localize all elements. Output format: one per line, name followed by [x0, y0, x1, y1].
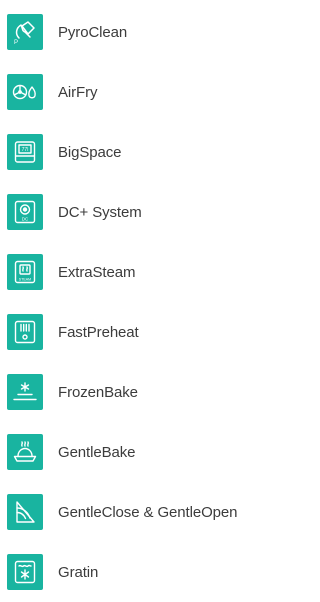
feature-label: PyroClean: [58, 23, 128, 41]
airfry-icon: [7, 74, 43, 110]
frozenbake-icon: [7, 374, 43, 410]
bigspace-icon-text: 77l: [22, 147, 29, 153]
feature-item-pyroclean: P PyroClean: [7, 14, 127, 50]
fastpreheat-icon: [7, 314, 43, 350]
feature-item-dc-system: DC DC+ System: [7, 194, 142, 230]
feature-item-fastpreheat: FastPreheat: [7, 314, 139, 350]
gentleclose-gentleopen-icon: [7, 494, 43, 530]
bigspace-icon: 77l: [7, 134, 43, 170]
feature-item-gentleclose-gentleopen: GentleClose & GentleOpen: [7, 494, 237, 530]
feature-list: P PyroClean AirFry 77l BigSpace DC DC+ S…: [0, 0, 314, 602]
gentlebake-icon: [7, 434, 43, 470]
feature-label: ExtraSteam: [58, 263, 136, 281]
dc-system-icon-text: DC: [22, 217, 29, 222]
feature-label: GentleClose & GentleOpen: [58, 503, 238, 521]
feature-label: GentleBake: [58, 443, 136, 461]
feature-item-gratin: Gratin: [7, 554, 98, 590]
feature-label: AirFry: [58, 83, 98, 101]
feature-label: Gratin: [58, 563, 99, 581]
pyroclean-icon: P: [7, 14, 43, 50]
feature-item-bigspace: 77l BigSpace: [7, 134, 122, 170]
feature-label: FastPreheat: [58, 323, 139, 341]
feature-item-extrasteam: STEAM ExtraSteam: [7, 254, 135, 290]
gratin-icon: [7, 554, 43, 590]
extrasteam-icon-text: STEAM: [19, 278, 31, 282]
feature-item-gentlebake: GentleBake: [7, 434, 135, 470]
extrasteam-icon: STEAM: [7, 254, 43, 290]
feature-item-airfry: AirFry: [7, 74, 97, 110]
svg-text:P: P: [14, 40, 18, 46]
dc-system-icon: DC: [7, 194, 43, 230]
feature-label: DC+ System: [58, 203, 142, 221]
feature-label: FrozenBake: [58, 383, 138, 401]
feature-item-frozenbake: FrozenBake: [7, 374, 138, 410]
feature-label: BigSpace: [58, 143, 122, 161]
